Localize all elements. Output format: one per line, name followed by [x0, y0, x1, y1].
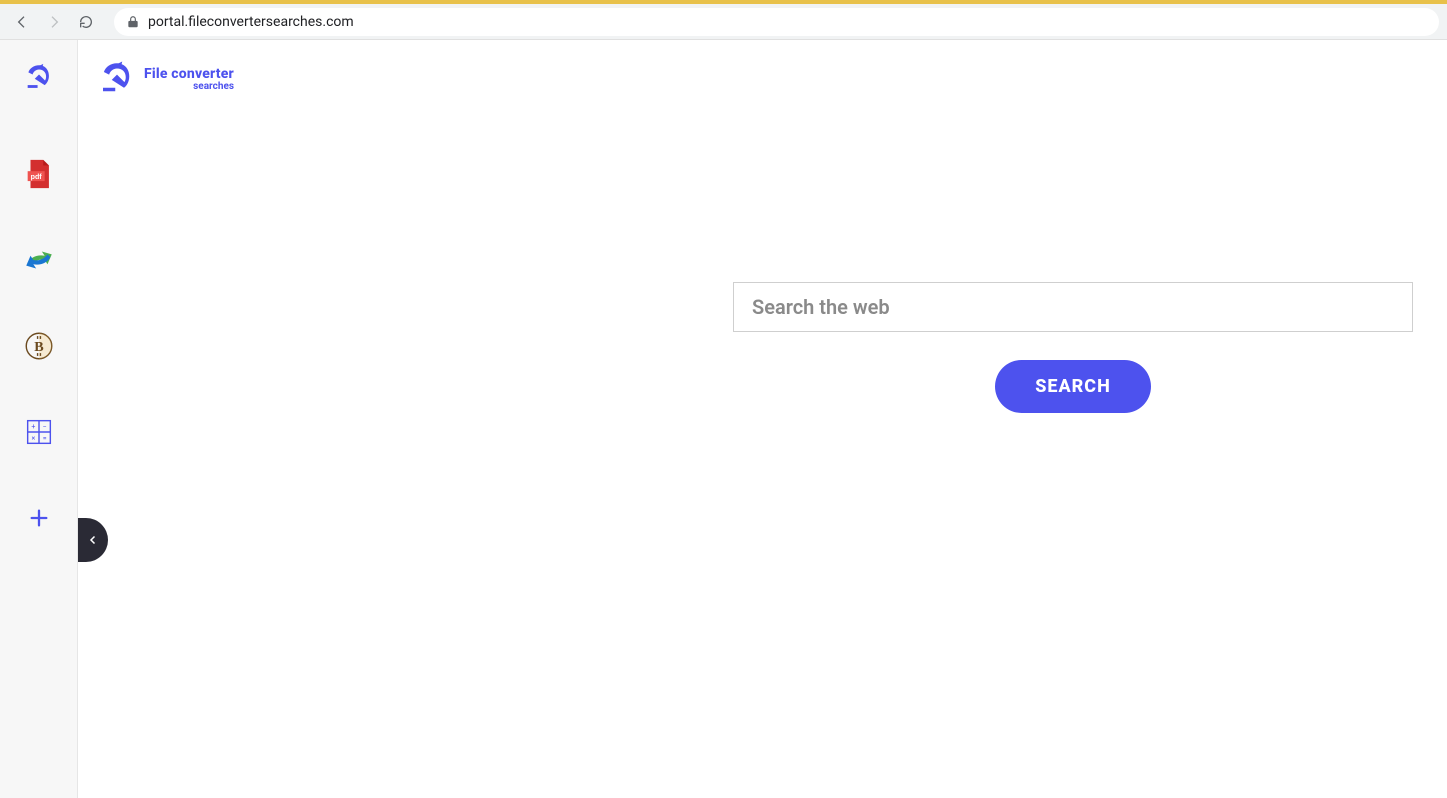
brand-line1: File converter [144, 67, 234, 81]
plus-icon [28, 507, 50, 529]
sidebar-item-pdf[interactable]: pdf [21, 156, 57, 192]
browser-toolbar: portal.fileconvertersearches.com [0, 4, 1447, 40]
reload-button[interactable] [72, 8, 100, 36]
svg-text:pdf: pdf [30, 173, 42, 181]
svg-text:−: − [42, 422, 46, 431]
search-container: SEARCH [733, 282, 1413, 413]
calculator-icon: + − × = [22, 415, 56, 449]
pdf-icon: pdf [22, 157, 56, 191]
sidebar-item-crypto[interactable]: B [21, 328, 57, 364]
chevron-left-icon [87, 534, 99, 546]
convert-arrows-icon [22, 243, 56, 277]
sidebar: pdf B + [0, 40, 78, 798]
bitcoin-icon: B [22, 329, 56, 363]
main-content: File converter searches SEARCH [78, 40, 1447, 798]
search-input[interactable] [733, 282, 1413, 332]
brand-icon [96, 58, 138, 100]
logo-icon [22, 61, 56, 95]
arrow-right-icon [46, 14, 62, 30]
reload-icon [78, 14, 94, 30]
lock-icon [126, 15, 140, 29]
back-button[interactable] [8, 8, 36, 36]
sidebar-item-calculator[interactable]: + − × = [21, 414, 57, 450]
sidebar-item-logo[interactable] [21, 60, 57, 96]
forward-button[interactable] [40, 8, 68, 36]
sidebar-item-convert[interactable] [21, 242, 57, 278]
brand-logo[interactable]: File converter searches [96, 58, 234, 100]
search-button[interactable]: SEARCH [995, 360, 1151, 413]
address-bar[interactable]: portal.fileconvertersearches.com [114, 8, 1439, 36]
sidebar-item-add[interactable] [21, 500, 57, 536]
svg-text:×: × [31, 434, 35, 443]
svg-text:+: + [31, 422, 35, 431]
brand-line2: searches [193, 82, 234, 92]
arrow-left-icon [14, 14, 30, 30]
url-text: portal.fileconvertersearches.com [148, 14, 354, 30]
svg-text:B: B [34, 339, 44, 355]
brand-text: File converter searches [144, 67, 234, 92]
svg-text:=: = [42, 434, 46, 443]
